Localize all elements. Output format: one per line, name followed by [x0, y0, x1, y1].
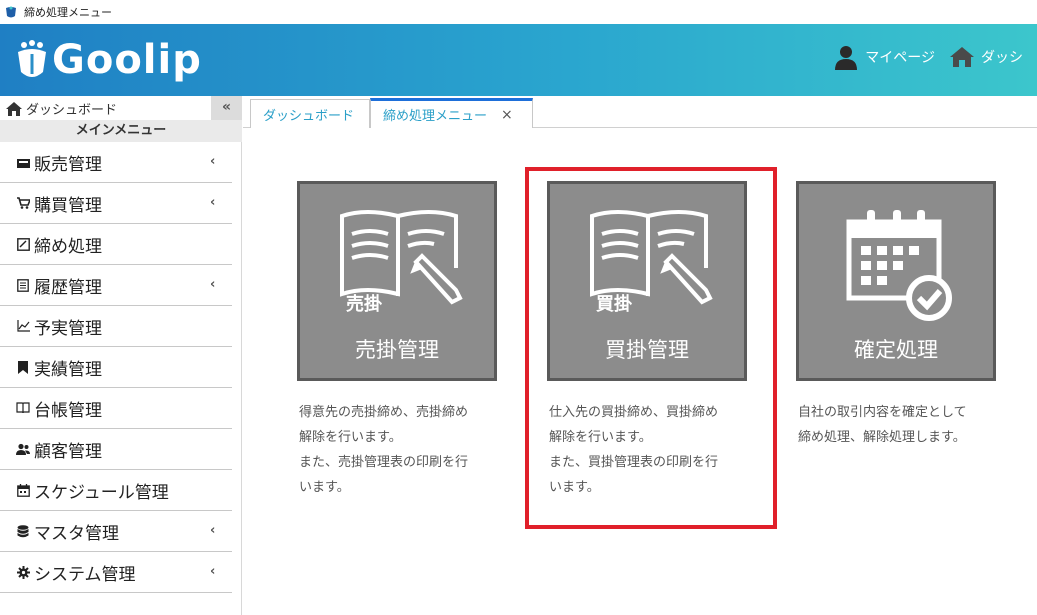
sidebar-menu: 販売管理 ‹ 購買管理 ‹ 締め処理 履歴管理 ‹ 予実管理 実績管理 台帳管理: [0, 142, 242, 593]
sidebar-dashboard-link[interactable]: ダッシュボード: [6, 99, 117, 118]
dashboard-link[interactable]: ダッシ: [949, 46, 1023, 68]
sidebar: ダッシュボード « メインメニュー 販売管理 ‹ 購買管理 ‹ 締め処理 履歴管…: [0, 96, 242, 615]
card-title: 確定処理: [854, 338, 938, 362]
sidebar-item-label: スケジュール管理: [34, 482, 169, 503]
calendar-icon: [16, 483, 30, 497]
chevron-left-icon: ‹: [210, 523, 216, 538]
receivables-description: 得意先の売掛締め、売掛締め 解除を行います。 また、売掛管理表の印刷を行 います…: [299, 400, 509, 500]
sidebar-item-budget[interactable]: 予実管理: [0, 306, 232, 347]
mypage-link[interactable]: マイページ: [833, 44, 935, 70]
sidebar-item-label: 締め処理: [34, 236, 102, 257]
sidebar-item-results[interactable]: 実績管理: [0, 347, 232, 388]
sidebar-item-label: 台帳管理: [34, 400, 102, 421]
sidebar-item-customers[interactable]: 顧客管理: [0, 429, 232, 470]
logo[interactable]: Goolip: [14, 34, 202, 86]
register-icon: [16, 155, 30, 169]
home-icon: [6, 101, 22, 116]
chevron-left-icon: ‹: [210, 154, 216, 169]
header-links: マイページ ダッシ: [833, 44, 1037, 70]
logo-icon: [18, 40, 46, 77]
receivables-card-button[interactable]: 売掛 売掛管理: [297, 181, 497, 381]
gear-icon: [16, 565, 30, 579]
description-line: 得意先の売掛締め、売掛締め: [299, 405, 469, 420]
sidebar-item-label: 顧客管理: [34, 441, 102, 462]
book-icon: [16, 401, 30, 415]
sidebar-top: ダッシュボード «: [0, 96, 242, 120]
sidebar-item-closing[interactable]: 締め処理: [0, 224, 232, 265]
description-line: 解除を行います。: [299, 430, 402, 445]
sidebar-item-history[interactable]: 履歴管理 ‹: [0, 265, 232, 306]
app-icon: [6, 6, 16, 18]
sidebar-item-label: マスタ管理: [34, 523, 119, 544]
user-icon: [835, 46, 858, 70]
close-icon[interactable]: ×: [501, 107, 513, 123]
window-titlebar: 締め処理メニュー: [0, 0, 1037, 24]
home-icon: [950, 47, 974, 67]
users-icon: [16, 442, 30, 456]
sidebar-dashboard-label: ダッシュボード: [26, 103, 118, 118]
sidebar-item-schedule[interactable]: スケジュール管理: [0, 470, 232, 511]
window-title: 締め処理メニュー: [24, 6, 112, 19]
tab-closing-menu[interactable]: 締め処理メニュー ×: [370, 98, 533, 128]
chevron-left-icon: ‹: [210, 564, 216, 579]
confirm-description: 自社の取引内容を確定として 締め処理、解除処理します。: [798, 400, 1008, 450]
sidebar-item-master[interactable]: マスタ管理 ‹: [0, 511, 232, 552]
description-line: また、売掛管理表の印刷を行: [299, 455, 469, 470]
tab-bar: ダッシュボード 締め処理メニュー ×: [243, 96, 1037, 128]
app-header: Goolip マイページ ダッシ: [0, 24, 1037, 96]
highlight-box: [525, 167, 777, 529]
mypage-label: マイページ: [865, 50, 935, 66]
logo-text: Goolip: [52, 37, 202, 83]
card-badge: 売掛: [346, 294, 382, 315]
main-menu-header: メインメニュー: [0, 120, 242, 142]
sidebar-item-sales[interactable]: 販売管理 ‹: [0, 142, 232, 183]
sidebar-item-purchase[interactable]: 購買管理 ‹: [0, 183, 232, 224]
description-line: います。: [299, 480, 350, 495]
sidebar-item-label: 実績管理: [34, 359, 102, 380]
calendar-check-icon: [846, 210, 952, 321]
sidebar-item-system[interactable]: システム管理 ‹: [0, 552, 232, 593]
description-line: 締め処理、解除処理します。: [798, 430, 966, 445]
tab-dashboard[interactable]: ダッシュボード: [250, 99, 370, 128]
card-title: 売掛管理: [355, 338, 439, 362]
sidebar-item-label: 予実管理: [34, 318, 102, 339]
chart-icon: [16, 319, 30, 333]
tab-label: ダッシュボード: [263, 108, 355, 124]
dashboard-label: ダッシ: [981, 50, 1023, 66]
sidebar-item-label: システム管理: [34, 564, 136, 585]
sidebar-item-label: 履歴管理: [34, 277, 102, 298]
cart-icon: [16, 196, 30, 210]
database-icon: [16, 524, 30, 538]
description-line: 自社の取引内容を確定として: [798, 405, 967, 420]
checkbox-icon: [16, 237, 30, 251]
list-icon: [16, 278, 30, 292]
tab-label: 締め処理メニュー: [383, 109, 488, 124]
chevron-left-icon: ‹: [210, 195, 216, 210]
sidebar-item-label: 販売管理: [34, 154, 102, 175]
sidebar-item-label: 購買管理: [34, 195, 102, 216]
chevron-left-icon: ‹: [210, 277, 216, 292]
sidebar-item-ledger[interactable]: 台帳管理: [0, 388, 232, 429]
bookmark-icon: [16, 360, 30, 374]
sidebar-collapse-button[interactable]: «: [211, 96, 242, 120]
confirm-card-button[interactable]: 確定処理: [796, 181, 996, 381]
